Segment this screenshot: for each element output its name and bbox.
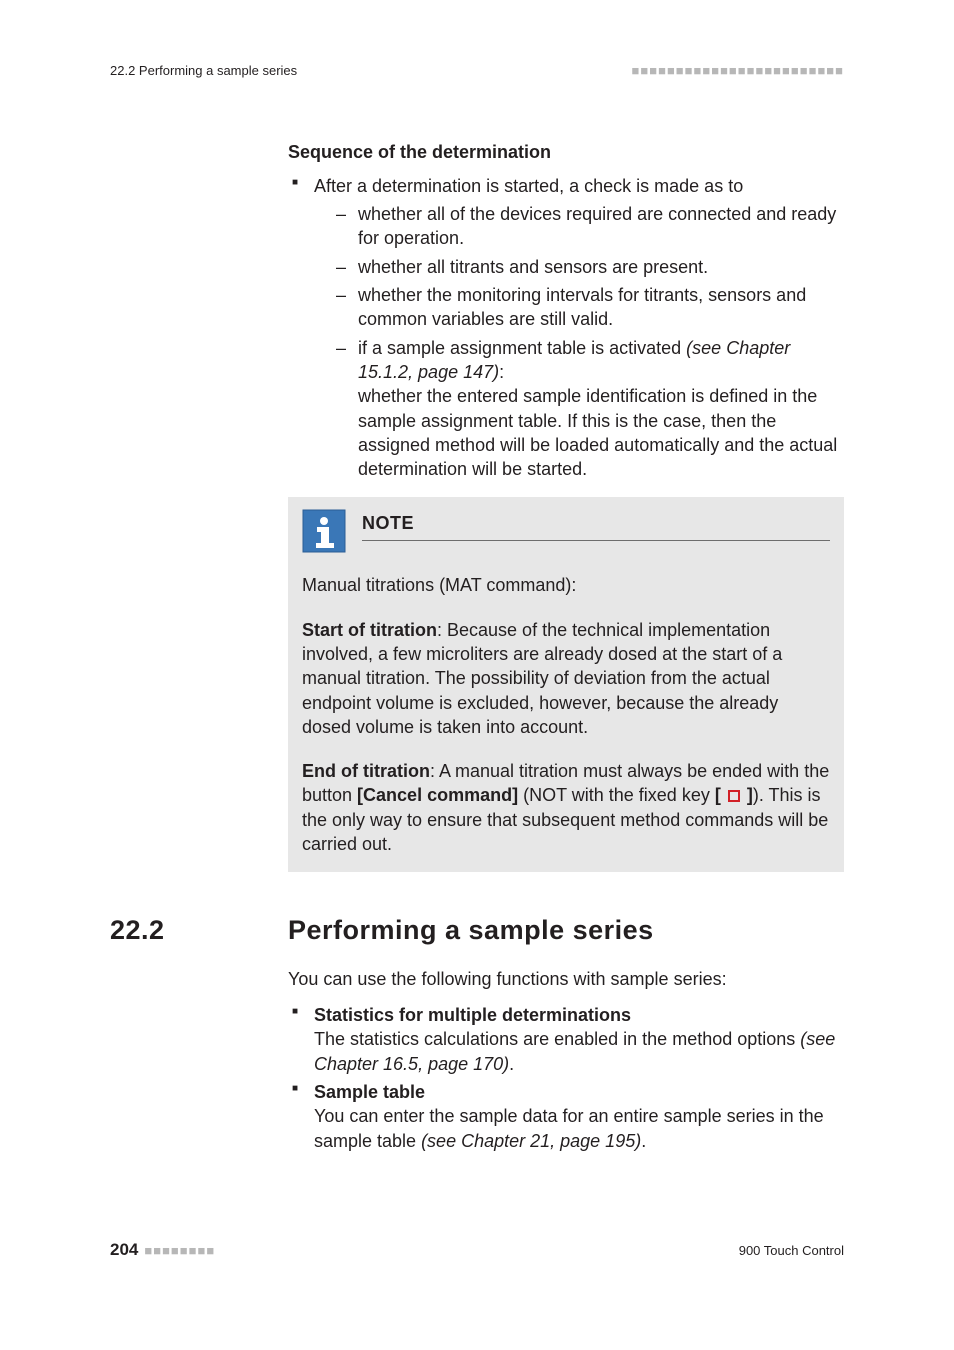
cancel-command-label: [Cancel command] — [357, 785, 518, 805]
key-bracket: ] — [742, 785, 753, 805]
note-body: Manual titrations (MAT command): Start o… — [302, 573, 830, 856]
info-icon — [302, 509, 346, 553]
list-item: if a sample assignment table is activate… — [314, 336, 844, 482]
product-name: 900 Touch Control — [739, 1242, 844, 1260]
feature-text: . — [641, 1131, 646, 1151]
note-text: (NOT with the fixed key — [518, 785, 715, 805]
list-item: After a determination is started, a chec… — [288, 174, 844, 482]
section-heading-row: 22.2 Performing a sample series — [110, 912, 844, 948]
sequence-heading: Sequence of the determination — [288, 140, 844, 164]
page-number: 204 — [110, 1239, 138, 1262]
check-text: : — [499, 362, 504, 382]
list-item: Sample table You can enter the sample da… — [288, 1080, 844, 1153]
note-block: NOTE Manual titrations (MAT command): St… — [288, 497, 844, 872]
header-section-ref: 22.2 Performing a sample series — [110, 62, 297, 80]
note-title-row: NOTE — [362, 511, 830, 540]
stop-key-icon — [728, 790, 740, 802]
list-item: whether all titrants and sensors are pre… — [314, 255, 844, 279]
cross-reference: (see Chapter 21, page 195) — [421, 1131, 641, 1151]
note-paragraph: Start of titration: Because of the techn… — [302, 618, 830, 739]
key-bracket: [ — [715, 785, 726, 805]
note-header: NOTE — [302, 509, 830, 553]
page: 22.2 Performing a sample series ■■■■■■■■… — [0, 0, 954, 1350]
section-body: You can use the following functions with… — [288, 967, 844, 1153]
footer-ornament: ■■■■■■■■ — [144, 1242, 215, 1260]
list-item: Statistics for multiple determinations T… — [288, 1003, 844, 1076]
footer-left: 204 ■■■■■■■■ — [110, 1239, 215, 1262]
feature-list: Statistics for multiple determinations T… — [288, 1003, 844, 1153]
check-text: whether the entered sample identificatio… — [358, 386, 837, 479]
note-title: NOTE — [362, 513, 414, 533]
list-item: whether the monitoring intervals for tit… — [314, 283, 844, 332]
header-ornament: ■■■■■■■■■■■■■■■■■■■■■■■■ — [632, 62, 844, 80]
page-footer: 204 ■■■■■■■■ 900 Touch Control — [110, 1239, 844, 1262]
start-titration-label: Start of titration — [302, 620, 437, 640]
note-text: Manual titrations (MAT command): — [302, 575, 576, 595]
section-number: 22.2 — [110, 912, 288, 948]
check-text: whether all of the devices required are … — [358, 204, 836, 248]
section-intro: You can use the following functions with… — [288, 967, 844, 991]
list-item: whether all of the devices required are … — [314, 202, 844, 251]
section-title: Performing a sample series — [288, 912, 654, 948]
check-text: whether all titrants and sensors are pre… — [358, 257, 708, 277]
sequence-intro: After a determination is started, a chec… — [314, 176, 743, 196]
feature-text: . — [509, 1054, 514, 1074]
check-text: whether the monitoring intervals for tit… — [358, 285, 806, 329]
check-text: if a sample assignment table is activate… — [358, 338, 686, 358]
sequence-list: After a determination is started, a chec… — [288, 174, 844, 482]
body-content: Sequence of the determination After a de… — [288, 140, 844, 873]
feature-label: Sample table — [314, 1082, 425, 1102]
note-paragraph: End of titration: A manual titration mus… — [302, 759, 830, 856]
end-titration-label: End of titration — [302, 761, 430, 781]
running-header: 22.2 Performing a sample series ■■■■■■■■… — [110, 62, 844, 80]
feature-text: The statistics calculations are enabled … — [314, 1029, 800, 1049]
feature-label: Statistics for multiple determinations — [314, 1005, 631, 1025]
checks-list: whether all of the devices required are … — [314, 202, 844, 481]
note-paragraph: Manual titrations (MAT command): — [302, 573, 830, 597]
